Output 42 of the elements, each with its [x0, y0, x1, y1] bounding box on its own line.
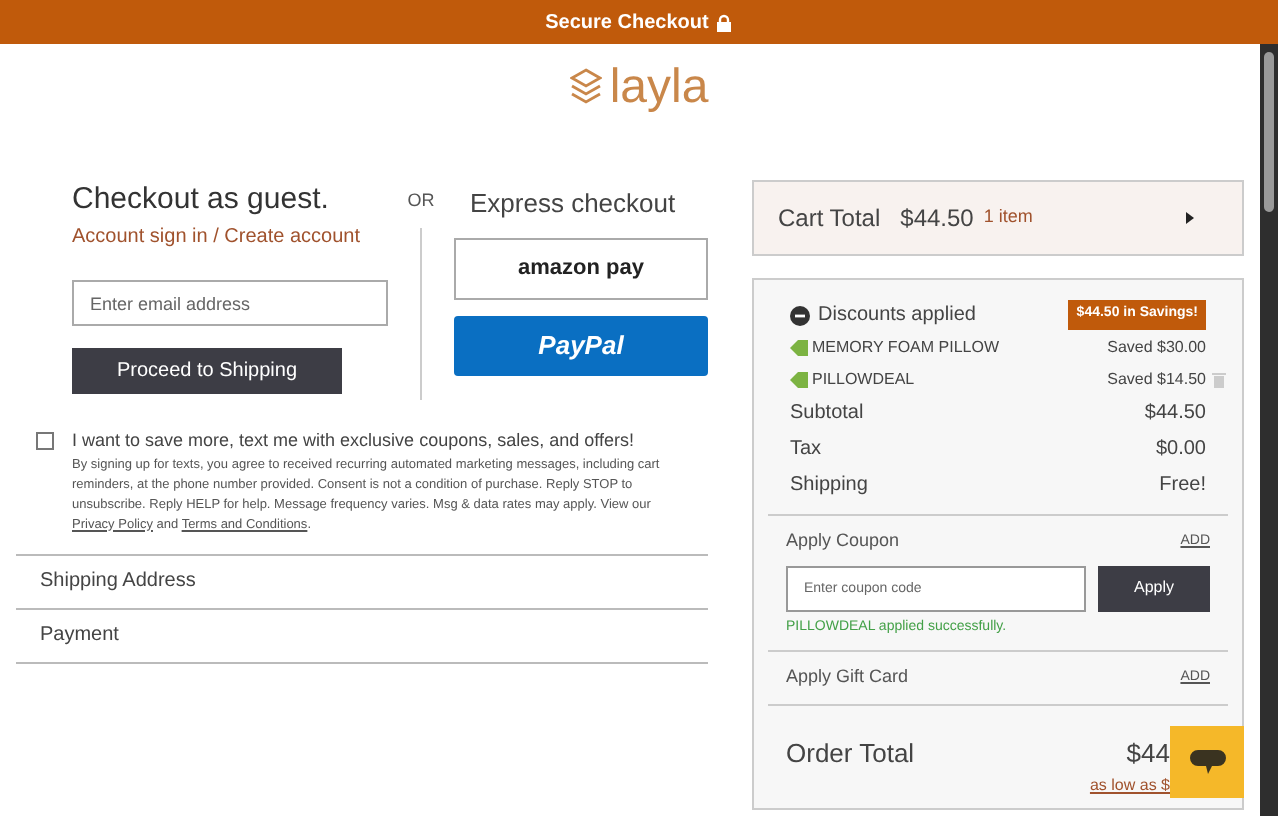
discounts-title: Discounts applied [818, 302, 976, 330]
caret-icon [1186, 212, 1194, 224]
summary-value: $44.50 [1144, 399, 1206, 427]
order-total-label: Order Total [786, 736, 915, 772]
summary-label: Shipping [790, 471, 868, 499]
chat-icon [1189, 749, 1225, 775]
order-total-amount: $44 [1126, 736, 1170, 772]
account-link[interactable]: Account sign in / Create account [72, 222, 388, 252]
paypal-button[interactable]: PayPal [454, 315, 708, 375]
express-title: Express checkout [470, 186, 678, 222]
gift-card-title: Apply Gift Card [786, 664, 909, 691]
summary-label: Subtotal [790, 399, 864, 427]
cart-total-label: Cart Total [778, 202, 881, 236]
apply-button[interactable]: Apply [1098, 565, 1210, 611]
proceed-button[interactable]: Proceed to Shipping [72, 348, 342, 394]
checkout-section[interactable]: Payment [16, 609, 708, 663]
logo-text: layla [609, 64, 709, 112]
coupon-title: Apply Coupon [786, 528, 900, 554]
scrollbar[interactable] [1260, 44, 1278, 816]
collapse-icon[interactable] [790, 305, 810, 325]
item-count: 1 item [983, 204, 1033, 231]
email-field[interactable]: Enter email address [72, 280, 388, 326]
summary-value: Free! [1159, 471, 1206, 499]
secure-checkout-text: Secure Checkout [545, 9, 709, 37]
discount-name: PILLOWDEAL [812, 367, 915, 391]
discount-name: MEMORY FOAM PILLOW [812, 335, 999, 359]
cart-total-bar[interactable]: Cart Total $44.50 1 item [752, 180, 1244, 256]
checkout-section[interactable]: Shipping Address [16, 555, 708, 609]
chat-button[interactable] [1170, 726, 1244, 798]
amazon-pay-button[interactable]: amazon pay [454, 237, 708, 299]
summary-value: $0.00 [1155, 435, 1206, 463]
sms-optin-label: I want to save more, text me with exclusive coupons, sales, and offers! [72, 427, 636, 451]
sms-checkbox[interactable] [36, 431, 54, 449]
financing-link[interactable]: as low as $ [1089, 773, 1170, 797]
summary-label: Tax [790, 435, 822, 463]
cart-total-amount: $44.50 [900, 202, 974, 236]
layers-logo-icon [569, 68, 602, 108]
or-label: OR [407, 188, 435, 214]
discount-amount: Saved $30.00 [1107, 335, 1206, 359]
guest-title: Checkout as guest. [72, 180, 331, 220]
discount-amount: Saved $14.50 [1107, 367, 1206, 391]
lock-icon [716, 13, 733, 31]
